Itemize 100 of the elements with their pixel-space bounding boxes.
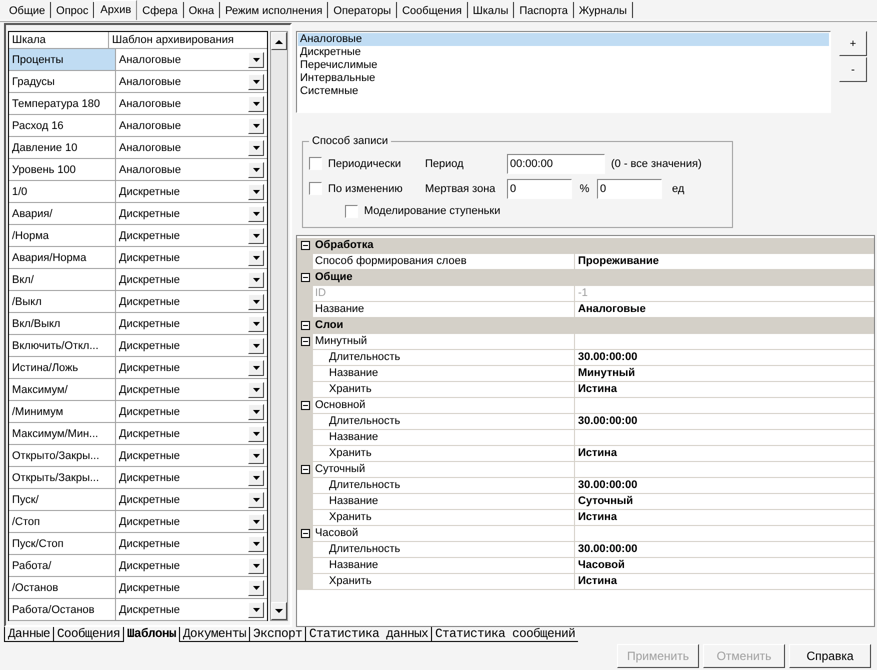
table-cell[interactable]: Проценты (9, 49, 116, 70)
table-cell[interactable]: Пуск/ (9, 489, 116, 510)
tab[interactable]: Документы (179, 627, 250, 642)
dropdown[interactable]: Дискретные (116, 423, 268, 444)
dropdown[interactable]: Дискретные (116, 577, 268, 598)
table-cell[interactable]: Давление 10 (9, 137, 116, 158)
table-cell[interactable]: Вкл/Выкл (9, 313, 116, 334)
tab[interactable]: Паспорта (514, 2, 574, 18)
tab[interactable]: Шкалы (468, 2, 514, 18)
help-button[interactable]: Справка (789, 644, 871, 668)
list-item[interactable]: Дискретные (298, 46, 829, 59)
table-cell[interactable]: Истина/Ложь (9, 357, 116, 378)
dropdown[interactable]: Аналоговые (116, 71, 268, 92)
property-value[interactable]: 30.00:00:00 (578, 415, 638, 427)
table-cell[interactable]: Открыто/Закры... (9, 445, 116, 466)
property-name[interactable]: Название (313, 366, 575, 381)
tab[interactable]: Сфера (137, 2, 184, 18)
dropdown[interactable]: Аналоговые (116, 115, 268, 136)
dropdown[interactable]: Дискретные (116, 533, 268, 554)
checkbox-label[interactable]: Моделирование ступеньки (364, 205, 500, 217)
property-value[interactable]: Часовой (578, 559, 625, 571)
table-cell[interactable]: /Останов (9, 577, 116, 598)
property-group[interactable]: Основной (313, 398, 575, 413)
property-value[interactable]: Истина (578, 383, 617, 395)
dropdown[interactable]: Дискретные (116, 511, 268, 532)
property-group[interactable]: Минутный (313, 334, 575, 349)
table-cell[interactable]: Максимум/ (9, 379, 116, 400)
table-cell[interactable]: Вкл/ (9, 269, 116, 290)
dropdown[interactable]: Дискретные (116, 313, 268, 334)
property-name[interactable]: Хранить (313, 510, 575, 525)
list-item[interactable]: Системные (298, 85, 829, 98)
list-item[interactable]: Перечислимые (298, 59, 829, 72)
property-name[interactable]: Название (313, 302, 575, 317)
tab[interactable]: Статистика сообщений (431, 627, 578, 642)
dropdown[interactable]: Дискретные (116, 247, 268, 268)
dropdown[interactable]: Аналоговые (116, 49, 268, 70)
table-cell[interactable]: Максимум/Мин... (9, 423, 116, 444)
property-name[interactable]: Способ формирования слоев (313, 254, 575, 269)
table-cell[interactable]: Авария/ (9, 203, 116, 224)
dropdown[interactable]: Дискретные (116, 357, 268, 378)
table-cell[interactable]: Работа/Останов (9, 599, 116, 620)
table-cell[interactable]: Открыть/Закры... (9, 467, 116, 488)
category-header[interactable]: Обработка (313, 238, 874, 253)
tab[interactable]: Режим исполнения (220, 2, 328, 18)
remove-button[interactable]: - (839, 57, 867, 82)
property-name[interactable]: Хранить (313, 574, 575, 589)
tab[interactable]: Окна (184, 2, 220, 18)
table-cell[interactable]: Градусы (9, 71, 116, 92)
table-cell[interactable]: /Стоп (9, 511, 116, 532)
dropdown[interactable]: Аналоговые (116, 159, 268, 180)
property-value[interactable]: Прореживание (578, 255, 659, 267)
dropdown[interactable]: Дискретные (116, 225, 268, 246)
dropdown[interactable]: Дискретные (116, 599, 268, 620)
property-name[interactable]: Длительность (313, 414, 575, 429)
property-value[interactable]: Суточный (578, 495, 634, 507)
table-cell[interactable]: Расход 16 (9, 115, 116, 136)
property-group[interactable]: Суточный (313, 462, 575, 477)
table-cell[interactable]: Авария/Норма (9, 247, 116, 268)
property-name[interactable]: Название (313, 558, 575, 573)
tab[interactable]: Сообщения (397, 2, 468, 18)
dropdown[interactable]: Дискретные (116, 401, 268, 422)
add-button[interactable]: + (839, 31, 867, 56)
dropdown[interactable]: Дискретные (116, 555, 268, 576)
property-value[interactable]: 30.00:00:00 (578, 479, 638, 491)
deadzone-percent-field[interactable]: 0 (507, 178, 572, 198)
deadzone-units-field[interactable]: 0 (597, 178, 662, 198)
tab[interactable]: Операторы (328, 2, 398, 18)
table-cell[interactable]: /Выкл (9, 291, 116, 312)
tab[interactable]: Экспорт (249, 627, 306, 642)
table-cell[interactable]: Пуск/Стоп (9, 533, 116, 554)
tab[interactable]: Данные (4, 627, 54, 642)
dropdown[interactable]: Дискретные (116, 489, 268, 510)
property-value[interactable]: Истина (578, 511, 617, 523)
dropdown[interactable]: Аналоговые (116, 137, 268, 158)
dropdown[interactable]: Аналоговые (116, 93, 268, 114)
list-item[interactable]: Аналоговые (298, 33, 829, 46)
table-cell[interactable]: 1/0 (9, 181, 116, 202)
table-cell[interactable]: Температура 180 (9, 93, 116, 114)
table-cell[interactable]: Работа/ (9, 555, 116, 576)
table-cell[interactable]: /Минимум (9, 401, 116, 422)
property-value[interactable]: 30.00:00:00 (578, 351, 638, 363)
dropdown[interactable]: Дискретные (116, 445, 268, 466)
table-cell[interactable]: /Норма (9, 225, 116, 246)
dropdown[interactable]: Дискретные (116, 269, 268, 290)
property-name[interactable]: Название (313, 430, 575, 445)
property-name[interactable]: Название (313, 494, 575, 509)
table-cell[interactable]: Уровень 100 (9, 159, 116, 180)
property-name[interactable]: Хранить (313, 446, 575, 461)
checkbox-label[interactable]: Периодически (328, 158, 402, 170)
property-name[interactable]: Длительность (313, 478, 575, 493)
category-header[interactable]: Общие (313, 270, 874, 285)
dropdown[interactable]: Дискретные (116, 335, 268, 356)
tab[interactable]: Статистика данных (305, 627, 432, 642)
dropdown[interactable]: Дискретные (116, 467, 268, 488)
property-value[interactable]: 30.00:00:00 (578, 543, 638, 555)
dropdown[interactable]: Дискретные (116, 379, 268, 400)
checkbox-label[interactable]: По изменению (328, 182, 403, 194)
tab[interactable]: Журналы (574, 2, 633, 18)
table-cell[interactable]: Включить/Откл... (9, 335, 116, 356)
property-value[interactable]: Минутный (578, 367, 636, 379)
